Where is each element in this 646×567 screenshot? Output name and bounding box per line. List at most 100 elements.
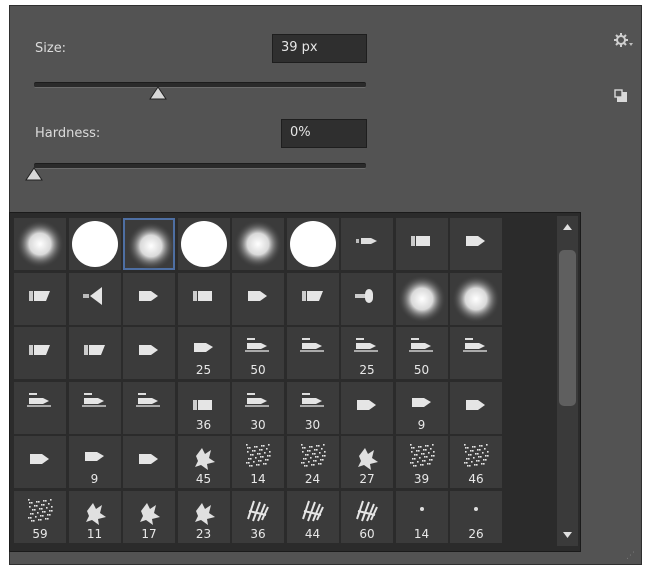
grid-scrollbar[interactable]	[557, 216, 578, 546]
brush-preset-cell[interactable]	[14, 327, 66, 379]
brush-preset-cell[interactable]	[68, 272, 121, 325]
brush-preset-cell[interactable]	[450, 218, 502, 270]
resize-grip-icon[interactable]: ⋰	[626, 551, 635, 561]
brush-preset-cell[interactable]	[286, 272, 339, 325]
brush-size-label: 17	[141, 526, 157, 541]
brush-preset-cell[interactable]: 24	[286, 436, 339, 488]
tool-h-brush-icon	[14, 382, 66, 434]
brush-size-label: 59	[32, 526, 48, 541]
hardness-input[interactable]: 0%	[281, 119, 367, 148]
brush-preset-cell[interactable]	[14, 218, 66, 270]
tool-c-brush-icon	[232, 273, 284, 325]
brush-preset-cell[interactable]	[68, 381, 121, 434]
brush-preset-cell[interactable]	[68, 218, 121, 270]
brush-preset-cell[interactable]	[450, 327, 502, 379]
brush-size-label: 30	[250, 417, 266, 432]
brush-preset-cell[interactable]: 50	[395, 327, 448, 379]
brush-size-label: 36	[195, 417, 212, 432]
brush-preset-cell[interactable]: 25	[177, 327, 230, 379]
brush-preset-cell[interactable]	[177, 218, 230, 270]
brush-preset-cell[interactable]: 14	[232, 436, 284, 488]
brush-preset-cell[interactable]: 59	[14, 490, 66, 543]
brush-preset-cell[interactable]	[450, 381, 502, 434]
tool-b-brush-icon	[396, 218, 448, 270]
brush-size-label: 25	[359, 363, 375, 377]
brush-preset-cell[interactable]	[123, 327, 175, 379]
brush-size-label: 11	[86, 526, 103, 541]
tool-d-brush-icon	[287, 273, 339, 325]
brush-preset-cell[interactable]: 14	[395, 490, 448, 543]
brush-preset-cell[interactable]	[286, 218, 339, 270]
brush-preset-cell[interactable]: 30	[286, 381, 339, 434]
brush-preset-cell[interactable]	[14, 272, 66, 325]
brush-preset-cell[interactable]	[14, 381, 66, 434]
tool-e-brush-icon	[69, 273, 121, 325]
brush-size-label: 36	[250, 526, 266, 541]
brush-preset-cell[interactable]: 17	[123, 490, 175, 543]
tool-h-brush-icon	[450, 327, 502, 379]
brush-preset-cell[interactable]: 45	[177, 436, 230, 488]
brush-preset-cell[interactable]: 25	[341, 327, 393, 379]
brush-size-label: 14	[413, 526, 430, 541]
brush-preset-cell[interactable]	[123, 381, 175, 434]
brush-preset-cell[interactable]	[341, 218, 393, 270]
brush-preset-cell[interactable]	[450, 272, 502, 325]
brush-preset-cell[interactable]	[341, 272, 393, 325]
hardness-label: Hardness:	[35, 126, 101, 141]
brush-preset-cell[interactable]	[14, 436, 66, 488]
brush-size-label: 23	[195, 526, 212, 541]
scroll-down-arrow-icon[interactable]	[557, 526, 578, 544]
brush-size-label: 30	[304, 417, 321, 432]
tool-b-brush-icon	[178, 273, 230, 325]
brush-preset-cell[interactable]: 36	[177, 381, 230, 434]
gear-icon[interactable]	[613, 32, 633, 52]
brush-preset-cell[interactable]: 39	[395, 436, 448, 488]
brush-preset-cell[interactable]	[123, 218, 175, 270]
hardness-slider-track[interactable]	[34, 163, 366, 169]
brush-preset-grid: 25 50 25 50 36 30 30 9 9 45 14 24 27 39 46 59 11 17 23 36 44…	[14, 218, 504, 545]
brush-preset-cell[interactable]: 9	[395, 381, 448, 434]
hard-round-brush-icon	[178, 218, 230, 270]
brush-preset-cell[interactable]	[341, 381, 393, 434]
brush-preset-cell[interactable]: 50	[232, 327, 284, 379]
brush-preset-cell[interactable]: 26	[450, 490, 502, 543]
size-label: Size:	[35, 41, 67, 56]
brush-preset-cell[interactable]	[232, 272, 284, 325]
tool-c-brush-icon	[123, 273, 175, 325]
brush-size-label: 27	[359, 472, 375, 486]
brush-size-label: 60	[359, 526, 375, 541]
brush-size-label: 24	[304, 472, 321, 486]
brush-preset-cell[interactable]: 60	[341, 490, 393, 543]
brush-preset-cell[interactable]	[395, 272, 448, 325]
tool-c-brush-icon	[450, 382, 502, 434]
size-slider-track[interactable]	[34, 82, 366, 88]
hard-round-brush-icon	[69, 218, 121, 270]
brush-size-label: 50	[250, 363, 266, 377]
brush-preset-cell[interactable]	[123, 436, 175, 488]
brush-size-label: 44	[304, 526, 321, 541]
brush-size-label: 9	[417, 417, 426, 432]
brush-preset-cell[interactable]: 30	[232, 381, 284, 434]
brush-preset-cell[interactable]	[395, 218, 448, 270]
brush-size-label: 14	[250, 472, 266, 486]
brush-preset-cell[interactable]	[123, 272, 175, 325]
brush-preset-cell[interactable]: 23	[177, 490, 230, 543]
brush-preset-cell[interactable]: 9	[68, 436, 121, 488]
brush-preset-cell[interactable]	[177, 272, 230, 325]
brush-preset-cell[interactable]	[286, 327, 339, 379]
hard-round-brush-icon	[287, 218, 339, 270]
brush-preset-cell[interactable]	[68, 327, 121, 379]
brush-preset-cell[interactable]: 44	[286, 490, 339, 543]
scroll-thumb[interactable]	[559, 250, 576, 406]
brush-preset-cell[interactable]: 27	[341, 436, 393, 488]
brush-size-label: 50	[413, 363, 430, 377]
size-input[interactable]: 39 px	[272, 34, 367, 63]
brush-size-label: 26	[468, 526, 484, 541]
tool-d-brush-icon	[14, 327, 66, 379]
brush-preset-cell[interactable]: 36	[232, 490, 284, 543]
brush-preset-cell[interactable]	[232, 218, 284, 270]
new-preset-icon[interactable]	[614, 88, 628, 102]
scroll-up-arrow-icon[interactable]	[557, 218, 578, 236]
brush-preset-cell[interactable]: 46	[450, 436, 502, 488]
brush-preset-cell[interactable]: 11	[68, 490, 121, 543]
